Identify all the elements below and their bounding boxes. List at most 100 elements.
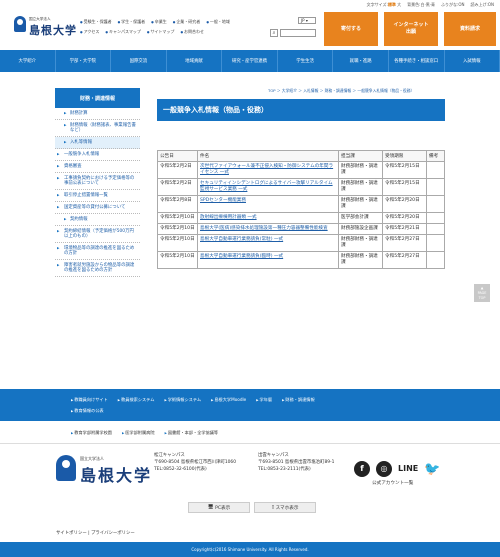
bid-subject-link[interactable]: SPDセンター機能業務 xyxy=(200,198,246,203)
language-select[interactable]: JP ▾ xyxy=(298,17,316,24)
nav-public[interactable]: 一般・地域 xyxy=(206,19,230,25)
table-row: 令和5年2月2日 セキュリティインシデントログによるサイバー攻撃リアルタイム監視サ… xyxy=(157,178,445,196)
link-attached-schools[interactable]: 教育学部附属学校園 xyxy=(71,430,112,436)
sidebar-item[interactable]: 環境物品等の調達の推進を図るための方針 xyxy=(55,243,140,260)
sidebar-item[interactable]: 国定資産等の貸付公募について xyxy=(55,202,140,214)
mainnav-research[interactable]: 研究・産学官連携 xyxy=(222,50,278,72)
table-row: 令和5年2月10日 島根大学(医病)感染排水処理施設第一種圧力容器整備性能検査 財務… xyxy=(157,223,445,235)
nav-contact[interactable]: お問合わせ xyxy=(180,29,204,35)
mainnav-international[interactable]: 国際交流 xyxy=(111,50,167,72)
apply-online-button[interactable]: インターネット 出願 xyxy=(384,12,438,46)
nav-sitemap[interactable]: サイトマップ xyxy=(147,29,174,35)
link-staff[interactable]: 教職員向けサイト xyxy=(71,397,108,403)
cell-date: 令和5年2月10日 xyxy=(157,212,198,224)
sidebar-item[interactable]: 入札等情報 xyxy=(55,137,140,149)
page-title: 一般競争入札情報（物品・役務） xyxy=(157,99,445,121)
policy-links[interactable]: サイトポリシー | プライバシーポリシー xyxy=(56,530,135,536)
col-date: 公告日 xyxy=(157,150,198,162)
bid-subject-link[interactable]: 島根大学自動車運行業務請負(常駐) 一式 xyxy=(200,237,283,242)
bid-subject-link[interactable]: セキュリティインシデントログによるサイバー攻撃リアルタイム監視サービス業務 一式 xyxy=(200,181,333,192)
cell-subject: 次世代ファイアウォール兼不正侵入検知・防御システムの年間ライセンス 一式 xyxy=(197,161,339,179)
sidebar-item[interactable]: 資格審査 xyxy=(55,161,140,173)
pc-view-button[interactable]: 🖥 PC表示 xyxy=(188,502,250,513)
instagram-icon[interactable]: ◎ xyxy=(376,461,392,477)
cell-note xyxy=(426,251,445,269)
sidebar-heading[interactable]: 財務・調達情報 xyxy=(55,88,140,108)
page-top-button[interactable]: ▲ PAGE TOP xyxy=(474,284,490,302)
bid-subject-link[interactable]: 島根大学自動車運行業務請負(臨時) 一式 xyxy=(200,254,283,259)
link-hospital[interactable]: 医学部附属病院 xyxy=(122,430,154,436)
cell-deadline: 令和5年2月15日 xyxy=(382,161,427,179)
search-input[interactable] xyxy=(280,29,316,37)
nav-applicants[interactable]: 受験生・保護者 xyxy=(80,19,112,25)
twitter-icon[interactable]: 🐦 xyxy=(424,462,440,477)
contrast-control[interactable]: 背景色:白·黒·青 xyxy=(407,2,435,8)
cell-date: 令和5年2月10日 xyxy=(157,251,198,269)
link-library[interactable]: 図書館・本部・全学協議等 xyxy=(165,430,218,436)
link-faculty-search[interactable]: 教員検索システム xyxy=(118,397,154,403)
cell-subject: 島根大学自動車運行業務請負(臨時) 一式 xyxy=(197,251,339,269)
footer-logo xyxy=(56,455,76,481)
mainnav-admissions[interactable]: 入試情報 xyxy=(445,50,500,72)
cell-deadline: 令和5年2月27日 xyxy=(382,234,427,252)
link-finance[interactable]: 財務・調達情報 xyxy=(282,397,314,403)
cell-subject: 放射線出療棟用計器類 一式 xyxy=(197,212,339,224)
link-edu-info[interactable]: 教育情報の公表 xyxy=(71,408,103,414)
cell-note xyxy=(426,161,445,179)
univ-name[interactable]: 島根大学 xyxy=(29,22,77,38)
cell-note xyxy=(426,223,445,235)
readout-toggle[interactable]: 読み上げ:ON xyxy=(471,2,495,8)
mainnav-community[interactable]: 地域貢献 xyxy=(167,50,223,72)
sidebar-item[interactable]: 障害者就労施設からの物品等の調達の推進を図るための方針 xyxy=(55,260,140,277)
sidebar-item[interactable]: 一般競争入札情報 xyxy=(55,149,140,161)
sidebar-item[interactable]: 契約締結情報（予定価格が500万円以上のもの） xyxy=(55,226,140,243)
cell-date: 令和5年2月10日 xyxy=(157,223,198,235)
line-icon[interactable]: LINE xyxy=(398,464,418,473)
table-row: 令和5年2月10日 放射線出療棟用計器類 一式 医学部会計課 令和5年2月20日 xyxy=(157,212,445,224)
link-academic-info[interactable]: 学術情報システム xyxy=(164,397,201,403)
cell-dept: 財務部施設企画課 xyxy=(338,223,383,235)
link-moodle[interactable]: 島根大学Moodle xyxy=(211,397,246,403)
display-mode-switch: 🖥 PC表示 ▯ スマホ表示 xyxy=(188,502,316,513)
bid-subject-link[interactable]: 放射線出療棟用計器類 一式 xyxy=(200,215,257,220)
mainnav-about[interactable]: 大学紹介 xyxy=(0,50,56,72)
sp-view-button[interactable]: ▯ スマホ表示 xyxy=(254,502,316,513)
font-size-control[interactable]: 文字サイズ:標準 大 xyxy=(367,2,402,8)
cell-deadline: 令和5年2月15日 xyxy=(382,178,427,196)
search-icon[interactable]: ⌕ xyxy=(270,29,278,37)
cell-subject: 島根大学自動車運行業務請負(常駐) 一式 xyxy=(197,234,339,252)
request-docs-button[interactable]: 資料請求 xyxy=(444,12,496,46)
cell-date: 令和5年2月2日 xyxy=(157,178,198,196)
audience-nav: 受験生・保護者 学生・保護者 卒業生 企業・研究者 一般・地域 xyxy=(80,19,230,25)
official-accounts-link[interactable]: 公式アカウント一覧 xyxy=(372,480,413,486)
university-logo[interactable] xyxy=(14,16,26,32)
facebook-icon[interactable]: f xyxy=(354,461,370,477)
sidebar-item[interactable]: 財務情報（財務諸表、事業報告書など） xyxy=(55,120,140,137)
cell-note xyxy=(426,178,445,196)
nav-students[interactable]: 学生・保護者 xyxy=(118,19,145,25)
sidebar-item[interactable]: 契約情報 xyxy=(55,214,140,226)
sidebar-item[interactable]: 工事請負契約における予定価格等の事前公表について xyxy=(55,173,140,190)
sidebar-item[interactable]: 取引停止措置情報一覧 xyxy=(55,190,140,202)
mainnav-student-life[interactable]: 学生生活 xyxy=(278,50,334,72)
nav-campus-map[interactable]: キャンパスマップ xyxy=(105,29,141,35)
donate-button[interactable]: 寄付する xyxy=(324,12,378,46)
mainnav-procedures[interactable]: 各種手続き・相談窓口 xyxy=(389,50,445,72)
nav-access[interactable]: アクセス xyxy=(80,29,100,35)
mainnav-faculties[interactable]: 学部・大学院 xyxy=(56,50,112,72)
furigana-toggle[interactable]: ふりがな:ON xyxy=(441,2,465,8)
nav-alumni[interactable]: 卒業生 xyxy=(151,19,167,25)
mainnav-career[interactable]: 就職・進路 xyxy=(333,50,389,72)
table-row: 令和5年2月10日 島根大学自動車運行業務請負(常駐) 一式 財務部財務・調達課 令和… xyxy=(157,234,445,252)
bid-subject-link[interactable]: 島根大学(医病)感染排水処理施設第一種圧力容器整備性能検査 xyxy=(200,226,328,231)
sidebar-item[interactable]: 財務計算 xyxy=(55,108,140,120)
cell-note xyxy=(426,195,445,213)
breadcrumb[interactable]: TOP ＞ 大学紹介 ＞ 入札情報 ＞ 財務・調達情報 ＞ 一般競争入札情報（物… xyxy=(268,88,414,94)
utility-bar: 文字サイズ:標準 大 背景色:白·黒·青 ふりがな:ON 読み上げ:ON xyxy=(0,0,500,10)
cell-deadline: 令和5年2月20日 xyxy=(382,195,427,213)
nav-companies[interactable]: 企業・研究者 xyxy=(173,19,200,25)
link-calendar[interactable]: 学年暦 xyxy=(256,397,273,403)
bid-subject-link[interactable]: 次世代ファイアウォール兼不正侵入検知・防御システムの年間ライセンス 一式 xyxy=(200,164,333,175)
cell-dept: 医学部会計課 xyxy=(338,212,383,224)
col-subject: 件名 xyxy=(197,150,339,162)
